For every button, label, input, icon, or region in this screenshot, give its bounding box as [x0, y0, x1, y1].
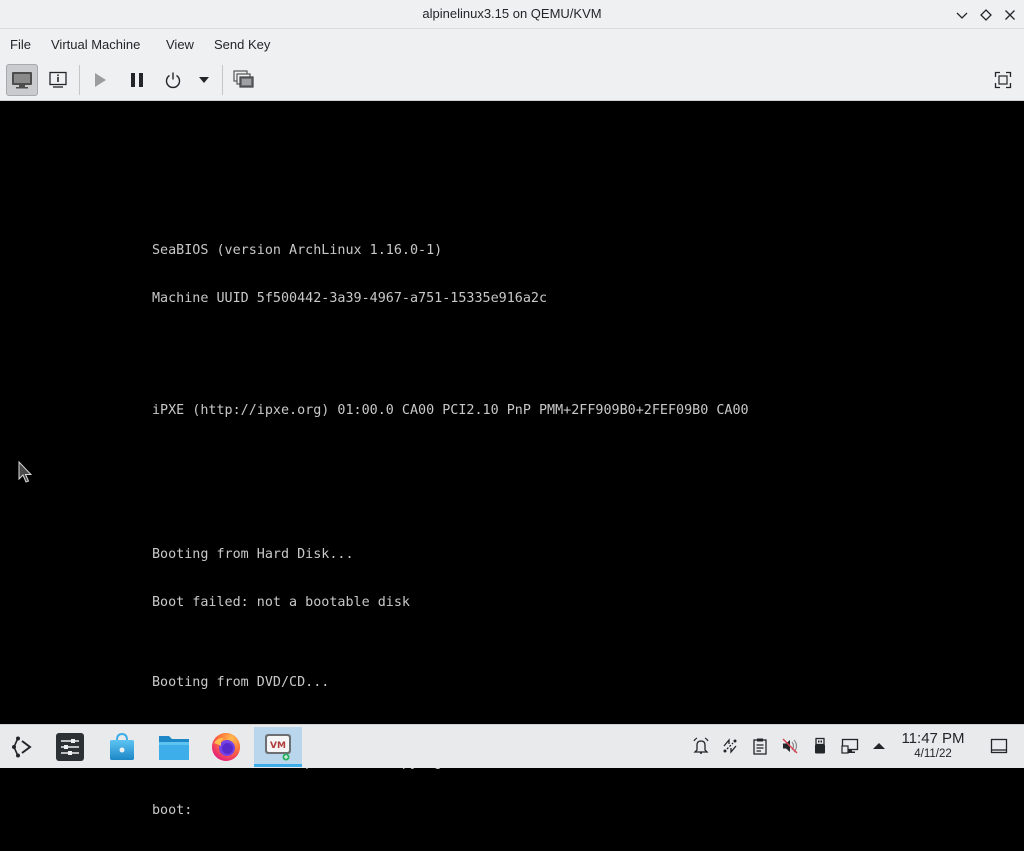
console-line: iPXE (http://ipxe.org) 01:00.0 CA00 PCI2… — [152, 403, 749, 418]
taskbar-discover[interactable] — [100, 727, 144, 767]
details-info-icon — [49, 71, 67, 88]
window-title: alpinelinux3.15 on QEMU/KVM — [422, 6, 602, 21]
tray-expand-icon — [873, 743, 885, 749]
snapshots-icon — [233, 70, 254, 88]
menu-view[interactable]: View — [166, 37, 194, 52]
tray-network[interactable] — [841, 737, 859, 755]
diamond-icon — [980, 9, 992, 21]
fullscreen-button[interactable] — [987, 64, 1019, 96]
shutdown-menu-button[interactable] — [191, 64, 217, 96]
pause-button[interactable] — [121, 64, 153, 96]
console-monitor-icon — [12, 72, 32, 89]
menu-virtual-machine[interactable]: Virtual Machine — [51, 37, 140, 52]
fullscreen-icon — [994, 71, 1012, 89]
firefox-icon — [212, 733, 240, 761]
mouse-pointer-icon — [18, 461, 32, 483]
file-manager-icon — [159, 736, 189, 760]
kde-connect-icon — [723, 738, 737, 754]
toolbar — [0, 60, 1024, 101]
app-launcher-button[interactable] — [0, 727, 44, 767]
notifications-icon — [693, 737, 709, 754]
vm-display[interactable]: SeaBIOS (version ArchLinux 1.16.0-1) Mac… — [0, 101, 1024, 818]
clock-time: 11:47 PM — [901, 730, 965, 747]
console-line: Booting from DVD/CD... — [152, 675, 330, 690]
shutdown-button[interactable] — [157, 64, 189, 96]
title-bar[interactable]: alpinelinux3.15 on QEMU/KVM — [0, 0, 1024, 29]
console-line: Booting from Hard Disk... — [152, 547, 354, 562]
svg-text:VM: VM — [270, 741, 286, 751]
tray-kde-connect[interactable] — [721, 737, 739, 755]
details-button[interactable] — [42, 64, 74, 96]
console-prompt[interactable]: boot: — [152, 803, 749, 819]
tray-audio[interactable] — [781, 737, 799, 755]
tray-usb-device[interactable] — [811, 737, 829, 755]
tray-expand-button[interactable] — [870, 737, 888, 755]
snapshots-button[interactable] — [228, 64, 260, 96]
discover-store-icon — [110, 732, 134, 760]
audio-muted-icon — [782, 738, 798, 754]
power-icon — [165, 72, 181, 89]
system-settings-icon — [56, 733, 84, 761]
run-button[interactable] — [84, 64, 116, 96]
toolbar-separator — [79, 65, 80, 95]
pause-icon — [131, 73, 143, 87]
close-icon — [1005, 10, 1015, 20]
menu-file[interactable]: File — [10, 37, 31, 52]
clock-date: 4/11/22 — [914, 748, 952, 760]
console-line: Boot failed: not a bootable disk — [152, 595, 410, 610]
maximize-button[interactable] — [975, 4, 997, 26]
network-icon — [841, 738, 859, 754]
console-line: SeaBIOS (version ArchLinux 1.16.0-1) — [152, 243, 443, 258]
taskbar: VM 11:47 PM 4/11/22 — [0, 724, 1024, 768]
taskbar-virt-manager[interactable]: VM — [254, 727, 302, 767]
console-button[interactable] — [6, 64, 38, 96]
run-play-icon — [95, 73, 106, 87]
toolbar-separator — [222, 65, 223, 95]
clipboard-icon — [753, 738, 767, 755]
taskbar-file-manager[interactable] — [152, 727, 196, 767]
chevron-down-icon — [956, 12, 968, 19]
digital-clock[interactable]: 11:47 PM 4/11/22 — [896, 731, 970, 761]
dropdown-arrow-icon — [199, 77, 209, 83]
menu-bar: File Virtual Machine View Send Key — [0, 29, 1024, 60]
minimize-button[interactable] — [951, 4, 973, 26]
tray-notifications[interactable] — [692, 737, 710, 755]
console-line: Machine UUID 5f500442-3a39-4967-a751-153… — [152, 291, 548, 306]
menu-send-key[interactable]: Send Key — [214, 37, 270, 52]
usb-device-icon — [815, 737, 825, 754]
taskbar-firefox[interactable] — [204, 727, 248, 767]
vm-window: alpinelinux3.15 on QEMU/KVM File Virtual… — [0, 0, 1024, 818]
tray-clipboard[interactable] — [751, 737, 769, 755]
app-launcher-icon — [12, 736, 32, 758]
virt-manager-icon: VM — [265, 733, 291, 760]
close-button[interactable] — [999, 4, 1021, 26]
show-desktop-button[interactable] — [989, 737, 1009, 755]
show-desktop-icon — [990, 738, 1008, 754]
taskbar-system-settings[interactable] — [48, 727, 92, 767]
